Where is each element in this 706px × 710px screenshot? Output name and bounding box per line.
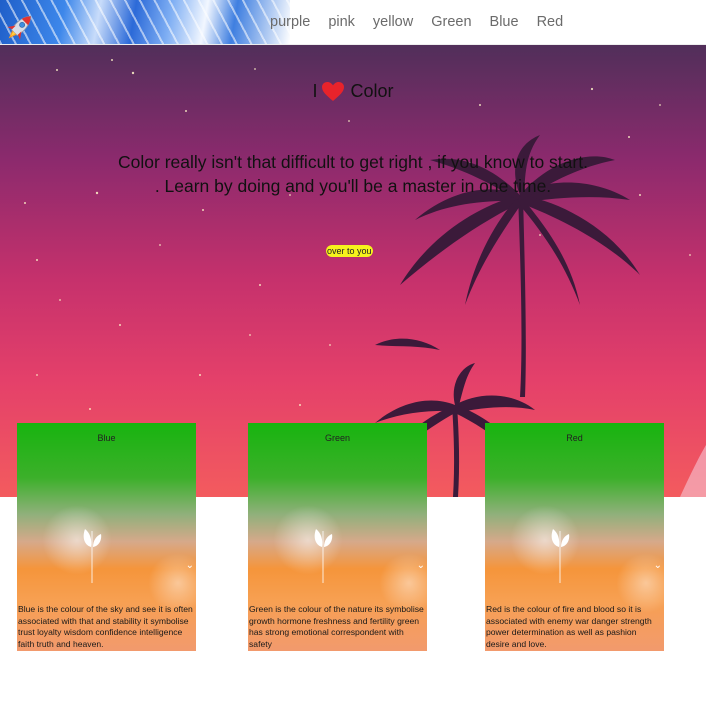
hero-title-suffix: Color [350, 81, 394, 101]
color-card-green: Green ⌄ Green is the colour of the natur… [248, 423, 427, 651]
nav-link-green[interactable]: Green [431, 14, 471, 30]
navbar-banner-art [0, 0, 290, 44]
card-description: Green is the colour of the nature its sy… [249, 604, 424, 649]
sprout-icon [83, 529, 102, 583]
color-card-red: Red ⌄ Red is the colour of fire and bloo… [485, 423, 664, 651]
heart-icon [321, 82, 344, 101]
card-description: Blue is the colour of the sky and see it… [18, 604, 193, 649]
card-description: Red is the colour of fire and blood so i… [486, 604, 652, 649]
nav-links: purple pink yellow Green Blue Red [270, 0, 581, 44]
chevron-down-icon: ⌄ [185, 560, 194, 571]
nav-link-purple[interactable]: purple [270, 14, 310, 30]
chevron-down-icon: ⌄ [416, 560, 425, 571]
hero-title-prefix: I [312, 81, 318, 101]
nav-link-pink[interactable]: pink [328, 14, 355, 30]
navbar: purple pink yellow Green Blue Red [0, 0, 706, 45]
sprout-icon [314, 529, 333, 583]
hero-tagline-line-2: . Learn by doing and you'll be a master … [154, 176, 552, 196]
nav-link-blue[interactable]: Blue [490, 14, 519, 30]
color-card-blue: Blue ⌄ Blue is the colour of the sky and… [17, 423, 196, 651]
card-title: Blue [97, 433, 116, 443]
nav-link-red[interactable]: Red [537, 14, 564, 30]
hero-title: I Color [0, 81, 706, 102]
card-title: Green [324, 433, 350, 443]
nav-link-yellow[interactable]: yellow [373, 14, 413, 30]
rocket-icon[interactable] [2, 9, 38, 45]
over-to-you-button[interactable]: over to you [326, 245, 373, 257]
hero-tagline-line-1: Color really isn't that difficult to get… [118, 152, 588, 172]
sprout-icon [551, 529, 570, 583]
card-title: Red [566, 433, 583, 443]
chevron-down-icon: ⌄ [653, 560, 662, 571]
